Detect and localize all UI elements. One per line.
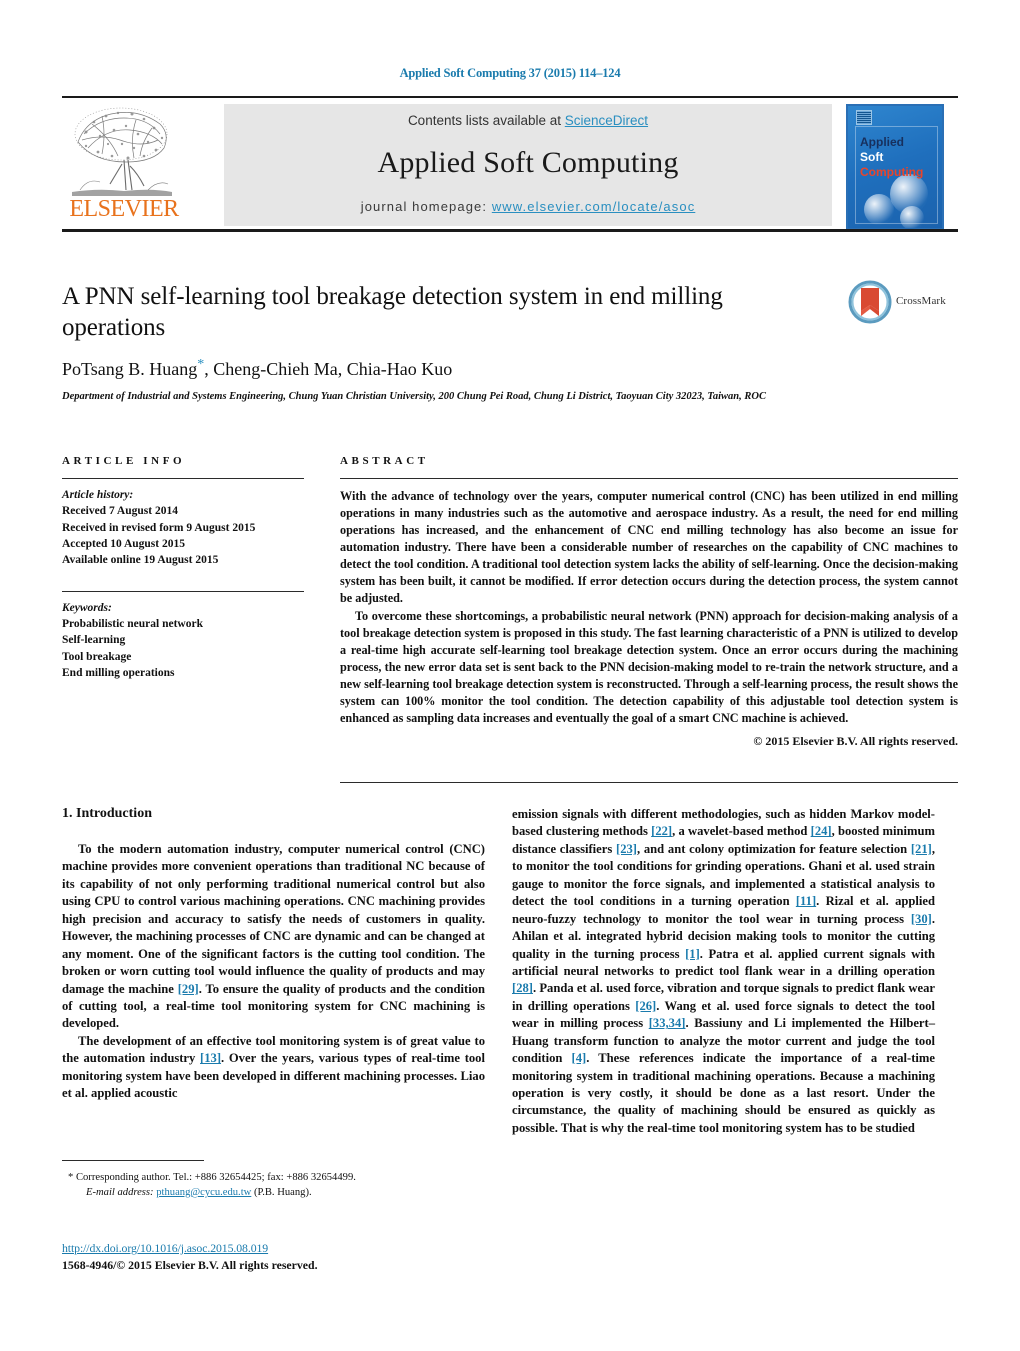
keywords-label: Keywords: bbox=[62, 601, 112, 614]
cover-title-line-2: Soft bbox=[860, 150, 884, 164]
citation-link[interactable]: [29] bbox=[178, 982, 199, 996]
abstract-column: ABSTRACT With the advance of technology … bbox=[340, 455, 958, 749]
intro-paragraph-1: To the modern automation industry, compu… bbox=[62, 842, 486, 1031]
intro-paragraph-2: The development of an effective tool mon… bbox=[62, 1033, 485, 1101]
masthead-bottom-rule bbox=[62, 229, 958, 232]
cover-bubble-3 bbox=[900, 206, 924, 228]
journal-homepage-link[interactable]: www.elsevier.com/locate/asoc bbox=[492, 199, 695, 214]
contents-band: Contents lists available at ScienceDirec… bbox=[224, 104, 832, 226]
contents-lists-prefix: Contents lists available at bbox=[407, 113, 565, 128]
masthead-top-rule bbox=[62, 96, 958, 98]
running-head: Applied Soft Computing 37 (2015) 114–124 bbox=[399, 66, 621, 80]
author-primary: PoTsang B. Huang bbox=[62, 359, 198, 379]
article-history-label: Article history: bbox=[62, 489, 134, 501]
email-note: E-mail address: pthuang@cycu.edu.tw (P.B… bbox=[62, 1185, 492, 1200]
citation-link[interactable]: [22] bbox=[651, 824, 672, 838]
history-item: Received in revised form 9 August 2015 bbox=[62, 521, 256, 534]
history-item: Available online 19 August 2015 bbox=[62, 554, 219, 567]
cover-title-line-3: Computing bbox=[860, 165, 924, 179]
author-others: , Cheng-Chieh Ma, Chia-Hao Kuo bbox=[204, 359, 453, 379]
keyword-item: Tool breakage bbox=[62, 650, 132, 663]
history-item: Accepted 10 August 2015 bbox=[62, 537, 185, 550]
citation-link[interactable]: [4] bbox=[572, 1051, 587, 1065]
citation-link[interactable]: [24] bbox=[811, 824, 832, 838]
article-history-block: Article history: Received 7 August 2014 … bbox=[62, 487, 304, 569]
journal-cover-thumbnail[interactable]: Applied Soft Computing bbox=[846, 104, 944, 230]
issn-copyright-line: 1568-4946/© 2015 Elsevier B.V. All right… bbox=[62, 1257, 318, 1272]
footnote-block: * Corresponding author. Tel.: +886 32654… bbox=[62, 1170, 492, 1200]
homepage-prefix: journal homepage: bbox=[360, 199, 492, 214]
cover-title-line-1: Applied bbox=[860, 135, 904, 149]
keyword-item: End milling operations bbox=[62, 666, 175, 679]
article-info-rule bbox=[62, 478, 304, 479]
keyword-item: Probabilistic neural network bbox=[62, 617, 203, 630]
body-columns: 1. Introduction To the modern automation… bbox=[62, 806, 958, 1226]
citation-link[interactable]: [13] bbox=[200, 1051, 221, 1065]
email-link[interactable]: pthuang@cycu.edu.tw bbox=[156, 1187, 251, 1198]
citation-link[interactable]: [28] bbox=[512, 981, 533, 995]
author-list: PoTsang B. Huang*, Cheng-Chieh Ma, Chia-… bbox=[62, 357, 792, 380]
abstract-copyright: © 2015 Elsevier B.V. All rights reserved… bbox=[753, 734, 958, 749]
email-suffix: (P.B. Huang). bbox=[251, 1187, 312, 1199]
keywords-block: Keywords: Probabilistic neural network S… bbox=[62, 600, 304, 682]
crossmark-label: CrossMark bbox=[896, 295, 946, 307]
citation-link[interactable]: [30] bbox=[911, 912, 932, 926]
section-heading-introduction: 1. Introduction bbox=[62, 806, 152, 821]
abstract-rule bbox=[340, 478, 958, 479]
keyword-item: Self-learning bbox=[62, 634, 126, 647]
article-info-heading: ARTICLE INFO bbox=[62, 455, 186, 467]
citation-link[interactable]: [1] bbox=[685, 947, 700, 961]
sciencedirect-link[interactable]: ScienceDirect bbox=[565, 113, 648, 128]
body-column-right: emission signals with different methodol… bbox=[512, 806, 935, 1137]
citation-link[interactable]: [11] bbox=[796, 894, 816, 908]
affiliation: Department of Industrial and Systems Eng… bbox=[62, 391, 766, 402]
footnote-rule bbox=[62, 1160, 204, 1161]
abstract-paragraph: With the advance of technology over the … bbox=[340, 489, 958, 606]
abstract-heading: ABSTRACT bbox=[340, 455, 429, 467]
article-info-column: ARTICLE INFO Article history: Received 7… bbox=[62, 455, 304, 681]
history-item: Received 7 August 2014 bbox=[62, 505, 178, 518]
cover-mini-icon bbox=[856, 110, 872, 125]
contents-lists-line: Contents lists available at ScienceDirec… bbox=[224, 113, 832, 128]
corresponding-author-note: * Corresponding author. Tel.: +886 32654… bbox=[68, 1172, 356, 1183]
abstract-bottom-rule bbox=[340, 782, 958, 783]
title-block: A PNN self-learning tool breakage detect… bbox=[62, 282, 792, 404]
crossmark-badge[interactable]: CrossMark bbox=[848, 280, 958, 328]
citation-link[interactable]: [23] bbox=[616, 842, 637, 856]
elsevier-wordmark: ELSEVIER bbox=[69, 196, 179, 222]
intro-paragraph-3: emission signals with different methodol… bbox=[512, 807, 936, 1135]
abstract-paragraph: To overcome these shortcomings, a probab… bbox=[340, 608, 958, 726]
citation-link[interactable]: [33,34] bbox=[649, 1016, 686, 1030]
footer-block: http://dx.doi.org/10.1016/j.asoc.2015.08… bbox=[62, 1240, 562, 1274]
elsevier-logo: ELSEVIER bbox=[64, 104, 182, 226]
doi-link[interactable]: http://dx.doi.org/10.1016/j.asoc.2015.08… bbox=[62, 1241, 268, 1255]
citation-link[interactable]: [21] bbox=[911, 842, 932, 856]
journal-masthead: ELSEVIER Contents lists available at Sci… bbox=[62, 96, 958, 232]
crossmark-icon bbox=[848, 280, 892, 324]
journal-homepage-line: journal homepage: www.elsevier.com/locat… bbox=[224, 199, 832, 214]
journal-title: Applied Soft Computing bbox=[377, 146, 679, 179]
body-column-left: 1. Introduction To the modern automation… bbox=[62, 806, 485, 1103]
abstract-body: With the advance of technology over the … bbox=[340, 488, 958, 727]
journal-article-page: Applied Soft Computing 37 (2015) 114–124 bbox=[0, 0, 1020, 1351]
citation-link[interactable]: [26] bbox=[635, 999, 656, 1013]
elsevier-tree-icon bbox=[72, 107, 172, 196]
keywords-rule bbox=[62, 590, 304, 592]
cover-bubble-2 bbox=[864, 194, 894, 225]
page-title: A PNN self-learning tool breakage detect… bbox=[62, 283, 723, 341]
email-label: E-mail address: bbox=[86, 1187, 154, 1199]
